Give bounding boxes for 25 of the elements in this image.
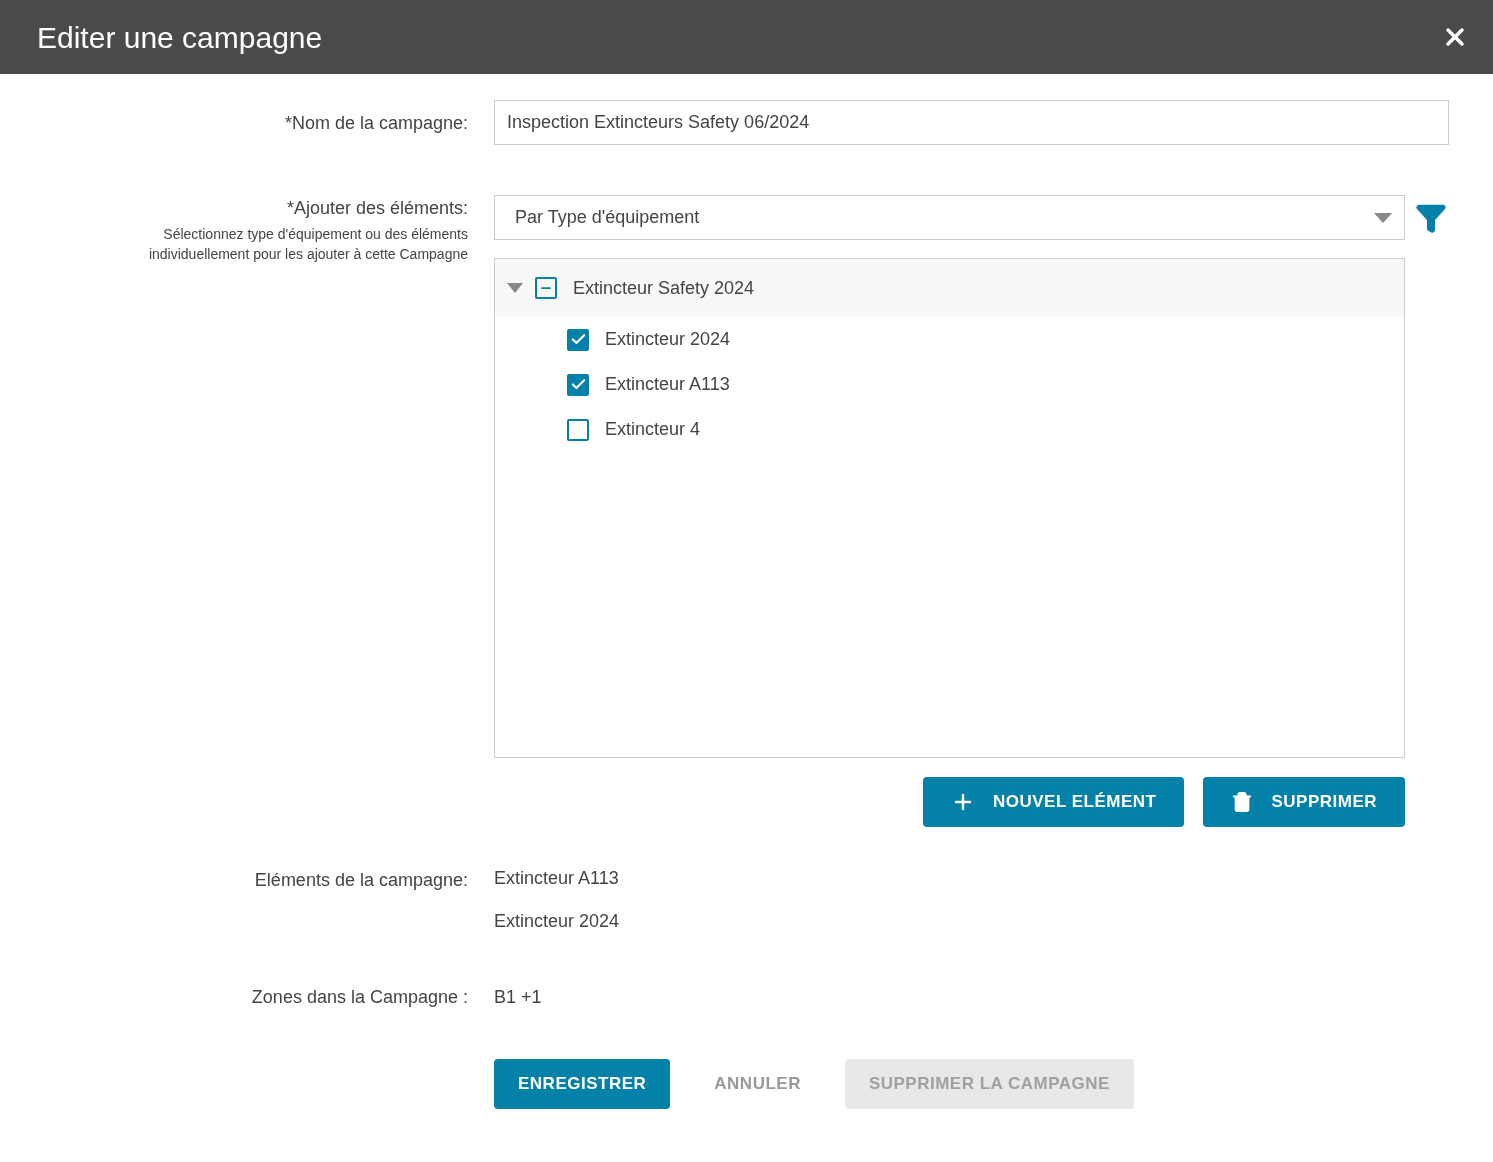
field-label: *Ajouter des éléments: — [286, 197, 468, 220]
element-item: Extincteur A113 — [494, 867, 620, 890]
field-label: *Nom de la campagne: — [284, 113, 468, 133]
zones-value: B1 +1 — [494, 987, 542, 1007]
field-label: Zones dans la Campagne : — [251, 987, 468, 1007]
window-title: Editer une campagne — [37, 19, 323, 56]
action-button[interactable]: ENREGISTRER — [494, 1059, 671, 1109]
tree-item[interactable]: Extincteur 4 — [495, 407, 1404, 452]
tree-node[interactable]: Extincteur Safety 2024 — [495, 259, 1404, 317]
input-field[interactable]: Inspection Extincteurs Safety 06/2024 — [494, 100, 1449, 145]
checkbox[interactable] — [567, 328, 589, 351]
checkbox[interactable] — [535, 277, 557, 299]
trash-icon — [1231, 791, 1254, 813]
element-item: Extincteur 2024 — [494, 910, 621, 933]
checkbox[interactable] — [567, 418, 589, 441]
tree-item[interactable]: Extincteur A113 — [495, 362, 1404, 407]
add-button[interactable]: NOUVEL ELÉMENT — [922, 777, 1185, 827]
hint-text: Sélectionnez type d'équipement ou des éléments individuellement pour les ajouter à cette Campagne — [147, 225, 468, 264]
field-label: Eléments de la campagne: — [254, 870, 468, 890]
caret-icon — [1374, 212, 1392, 223]
dropdown[interactable]: Par Type d'équipement — [494, 195, 1405, 240]
caret-icon[interactable] — [507, 283, 523, 293]
tree-item[interactable]: Extincteur 2024 — [495, 317, 1404, 362]
checkbox[interactable] — [567, 373, 589, 396]
delete-button[interactable]: SUPPRIMER — [1203, 777, 1405, 827]
